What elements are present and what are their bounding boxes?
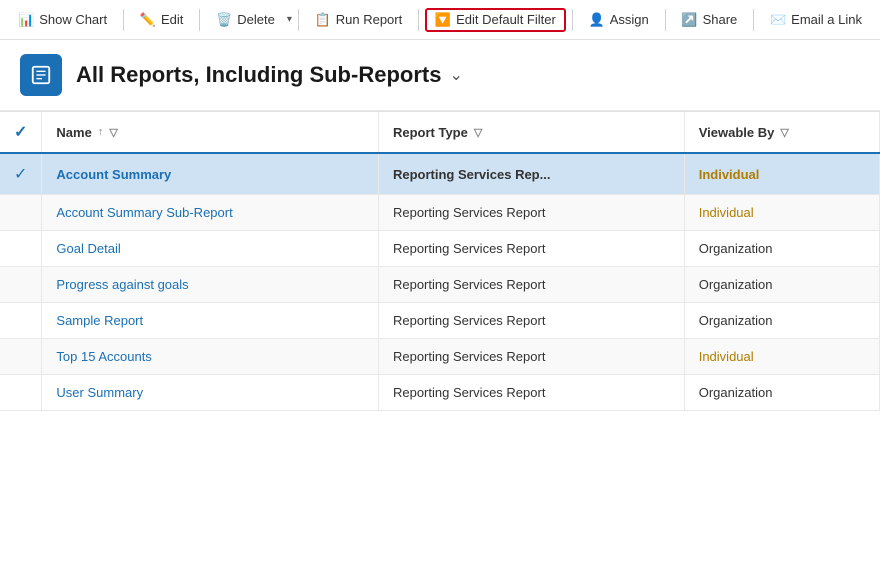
table-body: ✓ Account Summary Reporting Services Rep..… [0, 153, 880, 411]
report-name-link[interactable]: Top 15 Accounts [56, 349, 151, 364]
row-name-cell: Top 15 Accounts [42, 339, 379, 375]
row-check-cell[interactable] [0, 375, 42, 411]
name-filter-icon[interactable]: ▽ [109, 126, 117, 139]
email-link-button[interactable]: ✉️ Email a Link [760, 8, 872, 32]
delete-icon: 🗑️ [216, 12, 232, 28]
filter-icon: 🔽 [435, 12, 451, 28]
row-report-type-cell: Reporting Services Report [378, 339, 684, 375]
table-row[interactable]: Account Summary Sub-Report Reporting Serv… [0, 195, 880, 231]
show-chart-button[interactable]: 📊 Show Chart [8, 8, 117, 32]
assign-button[interactable]: 👤 Assign [579, 8, 659, 32]
report-name-link[interactable]: Account Summary [56, 167, 171, 182]
page-icon [20, 54, 62, 96]
col-check: ✓ [0, 112, 42, 154]
row-viewable-by-cell: Organization [684, 267, 879, 303]
row-name-cell: Progress against goals [42, 267, 379, 303]
table-header-row: ✓ Name ↑ ▽ Report Type ▽ [0, 112, 880, 154]
divider [418, 9, 419, 31]
report-name-link[interactable]: Goal Detail [56, 241, 120, 256]
edit-button[interactable]: ✏️ Edit [130, 8, 194, 32]
toolbar: 📊 Show Chart ✏️ Edit 🗑️ Delete ▾ 📋 Run R… [0, 0, 880, 40]
row-name-cell: Goal Detail [42, 231, 379, 267]
report-name-link[interactable]: Progress against goals [56, 277, 188, 292]
report-name-link[interactable]: Account Summary Sub-Report [56, 205, 232, 220]
table-row[interactable]: Top 15 Accounts Reporting Services Report… [0, 339, 880, 375]
viewable-by-filter-icon[interactable]: ▽ [780, 126, 788, 139]
row-viewable-by-cell: Organization [684, 231, 879, 267]
row-report-type-cell: Reporting Services Report [378, 267, 684, 303]
divider [199, 9, 200, 31]
run-report-icon: 📋 [315, 12, 331, 28]
row-check-cell[interactable] [0, 231, 42, 267]
page-title-chevron-icon[interactable]: ⌄ [449, 65, 462, 85]
page-title-row: All Reports, Including Sub-Reports ⌄ [76, 62, 463, 88]
assign-icon: 👤 [589, 12, 605, 28]
col-report-type: Report Type ▽ [378, 112, 684, 154]
divider [298, 9, 299, 31]
edit-icon: ✏️ [140, 12, 156, 28]
row-check-cell[interactable] [0, 195, 42, 231]
row-check-cell[interactable] [0, 267, 42, 303]
email-icon: ✉️ [770, 12, 786, 28]
table-row[interactable]: User Summary Reporting Services ReportOrg… [0, 375, 880, 411]
col-name: Name ↑ ▽ [42, 112, 379, 154]
table-container: ✓ Name ↑ ▽ Report Type ▽ [0, 111, 880, 542]
report-name-link[interactable]: User Summary [56, 385, 143, 400]
row-viewable-by-cell: Individual [684, 195, 879, 231]
row-name-cell: Account Summary [42, 153, 379, 195]
share-button[interactable]: ↗️ Share [671, 8, 747, 32]
header-check-icon: ✓ [14, 124, 27, 141]
row-viewable-by-cell: Individual [684, 339, 879, 375]
row-name-cell: Account Summary Sub-Report [42, 195, 379, 231]
table-row[interactable]: Progress against goals Reporting Services… [0, 267, 880, 303]
row-check-cell[interactable]: ✓ [0, 153, 42, 195]
row-name-cell: User Summary [42, 375, 379, 411]
table-row[interactable]: ✓ Account Summary Reporting Services Rep..… [0, 153, 880, 195]
chart-icon: 📊 [18, 12, 34, 28]
row-report-type-cell: Reporting Services Rep... [378, 153, 684, 195]
check-mark-icon: ✓ [14, 164, 27, 184]
divider [665, 9, 666, 31]
divider [572, 9, 573, 31]
col-viewable-by: Viewable By ▽ [684, 112, 879, 154]
delete-button[interactable]: 🗑️ Delete [206, 8, 285, 32]
row-report-type-cell: Reporting Services Report [378, 231, 684, 267]
table-row[interactable]: Goal Detail Reporting Services ReportOrga… [0, 231, 880, 267]
row-viewable-by-cell: Individual [684, 153, 879, 195]
edit-default-filter-button[interactable]: 🔽 Edit Default Filter [425, 8, 566, 32]
row-viewable-by-cell: Organization [684, 375, 879, 411]
name-sort-icon[interactable]: ↑ [98, 126, 104, 138]
divider [123, 9, 124, 31]
delete-dropdown-arrow[interactable]: ▾ [287, 14, 292, 25]
row-check-cell[interactable] [0, 303, 42, 339]
page-title: All Reports, Including Sub-Reports [76, 62, 441, 88]
row-report-type-cell: Reporting Services Report [378, 195, 684, 231]
row-viewable-by-cell: Organization [684, 303, 879, 339]
page-header: All Reports, Including Sub-Reports ⌄ [0, 40, 880, 111]
report-name-link[interactable]: Sample Report [56, 313, 143, 328]
share-icon: ↗️ [681, 12, 697, 28]
row-report-type-cell: Reporting Services Report [378, 375, 684, 411]
report-type-filter-icon[interactable]: ▽ [474, 126, 482, 139]
row-name-cell: Sample Report [42, 303, 379, 339]
row-report-type-cell: Reporting Services Report [378, 303, 684, 339]
table-row[interactable]: Sample Report Reporting Services ReportOr… [0, 303, 880, 339]
divider [753, 9, 754, 31]
row-check-cell[interactable] [0, 339, 42, 375]
reports-table: ✓ Name ↑ ▽ Report Type ▽ [0, 111, 880, 411]
run-report-button[interactable]: 📋 Run Report [305, 8, 413, 32]
